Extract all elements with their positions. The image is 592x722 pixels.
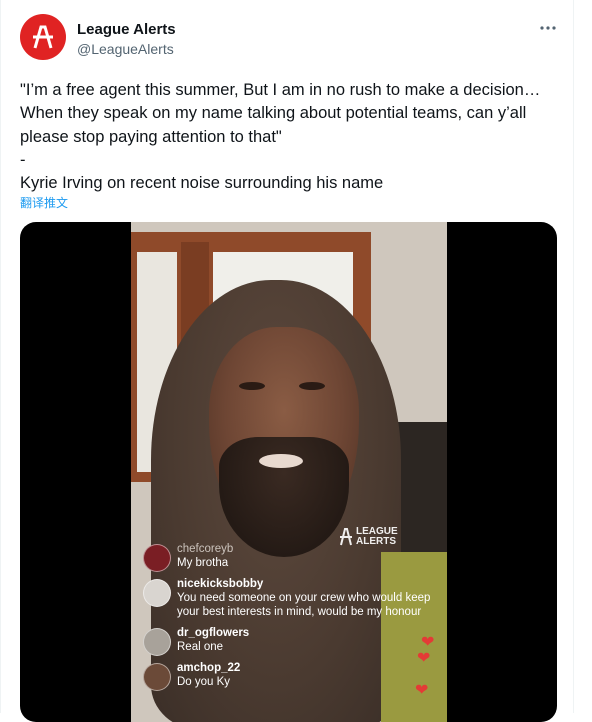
comment-item: amchop_22 Do you Ky (143, 661, 433, 691)
avatar[interactable] (20, 14, 66, 60)
heart-icon: ❤ (415, 682, 429, 699)
commenter-avatar (143, 663, 171, 691)
commenter-avatar (143, 628, 171, 656)
comment-item: dr_ogflowers Real one (143, 626, 433, 656)
comment-text: Real one (177, 641, 224, 653)
comment-username: dr_ogflowers (177, 627, 250, 639)
translate-tweet-link[interactable]: 翻译推文 (20, 194, 68, 211)
more-options-button[interactable] (536, 16, 560, 40)
account-handle[interactable]: @LeagueAlerts (77, 41, 174, 57)
mouth (259, 454, 303, 468)
comment-username: chefcoreyb (177, 543, 234, 555)
floating-hearts: ❤ ❤ ❤ (415, 632, 439, 722)
commenter-avatar (143, 579, 171, 607)
tweet-text: "I’m a free agent this summer, But I am … (20, 81, 541, 193)
comment-text: Do you Ky (177, 676, 231, 688)
tweet-video[interactable]: LEAGUE ALERTS chefcoreyb My brotha nicek… (20, 222, 557, 722)
live-comments: chefcoreyb My brotha nicekicksbobby You … (143, 542, 433, 696)
commenter-avatar (143, 544, 171, 572)
comment-item: chefcoreyb My brotha (143, 542, 433, 572)
timeline-border-left (0, 0, 1, 713)
account-name[interactable]: League Alerts (77, 21, 176, 38)
more-icon (540, 26, 556, 30)
heart-icon: ❤ (417, 650, 431, 667)
comment-text: My brotha (177, 557, 229, 569)
video-frame: LEAGUE ALERTS chefcoreyb My brotha nicek… (131, 222, 447, 722)
timeline-border-right (573, 0, 574, 713)
comment-item: nicekicksbobby You need someone on your … (143, 577, 433, 619)
comment-text: You need someone on your crew who would … (177, 592, 431, 618)
league-alerts-logo-icon (33, 25, 53, 49)
eye (239, 382, 265, 390)
comment-username: nicekicksbobby (177, 578, 264, 590)
comment-username: amchop_22 (177, 662, 241, 674)
tweet-header: League Alerts @LeagueAlerts (20, 14, 560, 62)
eye (299, 382, 325, 390)
